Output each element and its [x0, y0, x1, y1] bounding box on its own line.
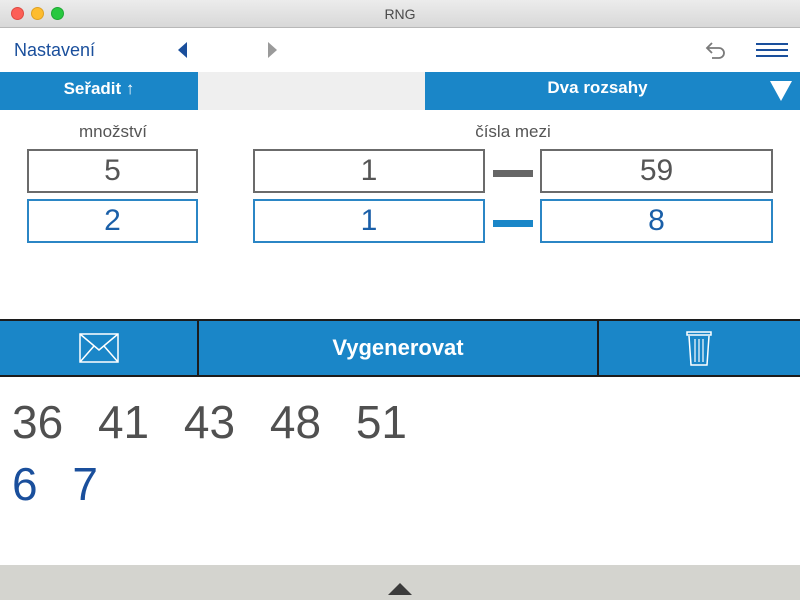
- share-email-button[interactable]: [0, 321, 199, 375]
- result-row-1: 36 41 43 48 51: [12, 395, 429, 449]
- range-dash-2: [493, 220, 533, 227]
- range-mode-dropdown[interactable]: Dva rozsahy: [425, 72, 800, 110]
- settings-button[interactable]: Nastavení: [14, 40, 95, 61]
- window-title: RNG: [384, 6, 416, 22]
- result-number: 6: [12, 458, 38, 510]
- undo-icon[interactable]: [704, 40, 726, 60]
- clear-button[interactable]: [599, 321, 800, 375]
- max-field-2[interactable]: 8: [540, 199, 773, 243]
- range-dash-1: [493, 170, 533, 177]
- result-number: 51: [355, 396, 407, 448]
- window-titlebar: RNG: [0, 0, 800, 28]
- back-arrow-icon[interactable]: [178, 42, 187, 58]
- generate-button[interactable]: Vygenerovat: [199, 321, 599, 375]
- bottom-bar: [0, 565, 800, 600]
- hamburger-menu-icon[interactable]: [756, 43, 788, 57]
- result-number: 43: [183, 396, 236, 448]
- action-bar: Vygenerovat: [0, 319, 800, 377]
- range-mode-label: Dva rozsahy: [547, 78, 648, 97]
- results-area: 36 41 43 48 51 6 7: [0, 377, 800, 565]
- result-number: 7: [72, 458, 98, 510]
- dropdown-triangle-icon: [770, 81, 792, 101]
- max-field-1[interactable]: 59: [540, 149, 773, 193]
- quantity-field-1[interactable]: 5: [27, 149, 198, 193]
- between-label: čísla mezi: [475, 122, 551, 141]
- trash-icon: [686, 331, 712, 366]
- expand-up-icon[interactable]: [388, 583, 412, 595]
- result-number: 36: [12, 396, 64, 448]
- min-field-2[interactable]: 1: [253, 199, 485, 243]
- quantity-field-2[interactable]: 2: [27, 199, 198, 243]
- toolbar: Nastavení: [0, 28, 800, 72]
- sort-button[interactable]: Seřadit ↑: [0, 72, 198, 110]
- result-number: 41: [97, 396, 150, 448]
- mode-bar: Seřadit ↑ Dva rozsahy: [0, 72, 800, 110]
- forward-arrow-icon[interactable]: [268, 42, 277, 58]
- envelope-icon: [79, 333, 119, 363]
- quantity-label: množství: [78, 122, 148, 141]
- result-number: 48: [269, 396, 322, 448]
- min-field-1[interactable]: 1: [253, 149, 485, 193]
- result-row-2: 6 7: [12, 457, 120, 511]
